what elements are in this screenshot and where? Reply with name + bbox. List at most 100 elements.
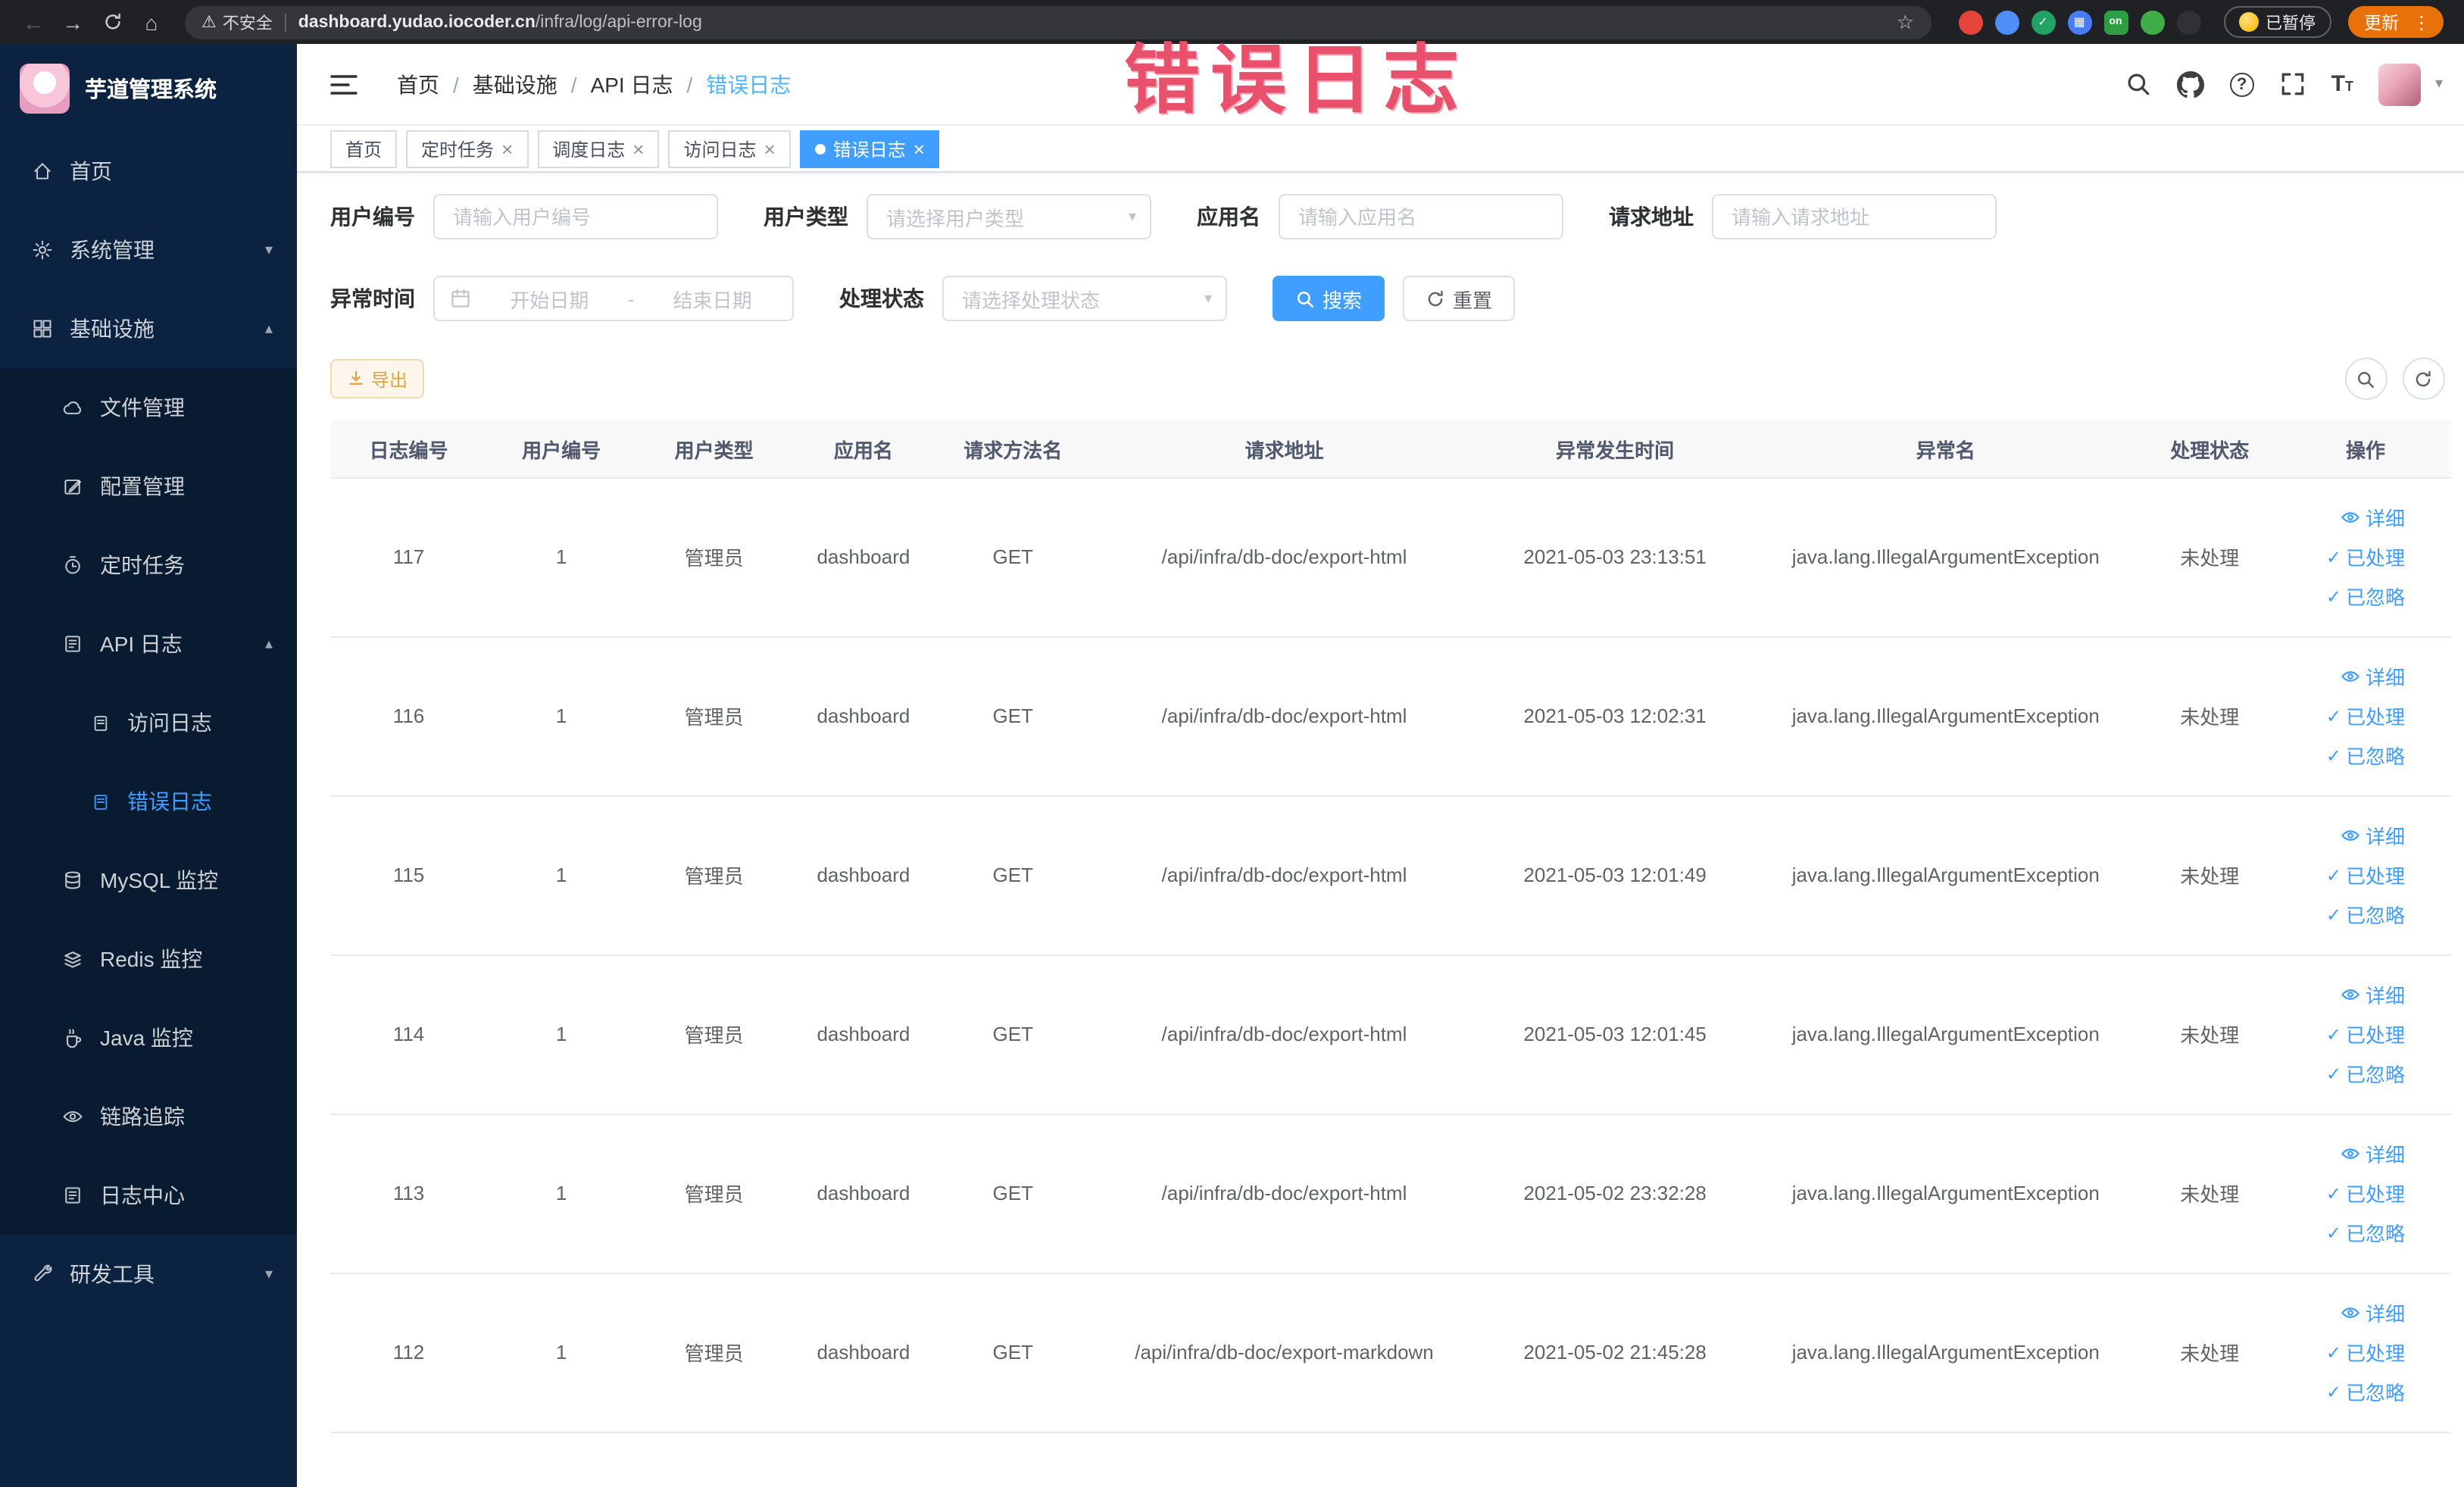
sidebar-item-label: API 日志	[100, 632, 183, 656]
user-type-select[interactable]: 请选择用户类型 ▾	[867, 194, 1151, 239]
sidebar-item-error-log[interactable]: 错误日志	[0, 762, 297, 841]
font-size-icon[interactable]: TT	[2331, 71, 2353, 97]
ignore-link[interactable]: ✓ 已忽略	[2287, 1213, 2405, 1252]
process-status-select[interactable]: 请选择处理状态 ▾	[942, 276, 1227, 321]
extension-on-badge-icon[interactable]: on	[2103, 10, 2128, 34]
tab-home[interactable]: 首页	[330, 130, 398, 167]
close-icon[interactable]: ×	[632, 139, 644, 158]
cell-user-id: 1	[487, 795, 636, 955]
security-warning[interactable]: ⚠ 不安全	[201, 10, 273, 34]
github-icon[interactable]	[2176, 70, 2204, 98]
detail-link[interactable]: 详细	[2287, 975, 2405, 1014]
detail-link[interactable]: 详细	[2287, 1293, 2405, 1332]
tab-cron-log[interactable]: 调度日志 ×	[537, 130, 660, 167]
detail-link[interactable]: 详细	[2287, 657, 2405, 696]
toggle-search-button[interactable]	[2344, 358, 2387, 400]
reset-button[interactable]: 重置	[1403, 276, 1516, 321]
exception-time-range-picker[interactable]: 开始日期 - 结束日期	[433, 276, 794, 321]
tab-access-log[interactable]: 访问日志 ×	[668, 130, 791, 167]
refresh-button[interactable]	[2402, 358, 2444, 400]
sidebar-item-config-mgmt[interactable]: 配置管理	[0, 447, 297, 526]
processed-link[interactable]: ✓ 已处理	[2287, 537, 2405, 576]
reload-icon[interactable]	[94, 5, 130, 39]
tab-label: 首页	[345, 139, 383, 160]
processed-link[interactable]: ✓ 已处理	[2287, 1173, 2405, 1213]
extension-blue-grid-icon[interactable]: ▦	[2067, 10, 2091, 34]
cell-user-type: 管理员	[636, 795, 793, 955]
column-header: 应用名	[792, 421, 935, 478]
sidebar-item-java-monitor[interactable]: Java 监控	[0, 998, 297, 1077]
fullscreen-icon[interactable]	[2280, 71, 2306, 97]
extension-green-check-icon[interactable]: ✓	[2031, 10, 2055, 34]
forward-icon[interactable]: →	[55, 5, 91, 39]
action-label: 已忽略	[2345, 586, 2405, 609]
sidebar-item-log-center[interactable]: 日志中心	[0, 1156, 297, 1235]
search-button[interactable]: 搜索	[1273, 276, 1385, 321]
sidebar-item-label: Redis 监控	[100, 947, 203, 971]
column-header: 用户类型	[636, 421, 793, 478]
processed-link[interactable]: ✓ 已处理	[2287, 1332, 2405, 1372]
cell-method: GET	[934, 477, 1091, 637]
export-button[interactable]: 导出	[330, 359, 425, 398]
processed-link[interactable]: ✓ 已处理	[2287, 696, 2405, 736]
detail-link[interactable]: 详细	[2287, 498, 2405, 537]
extension-paw-icon[interactable]	[2176, 10, 2200, 34]
paused-extension-badge[interactable]: 已暂停	[2223, 6, 2331, 38]
processed-link[interactable]: ✓ 已处理	[2287, 1014, 2405, 1054]
extension-red-circle-icon[interactable]	[1958, 10, 1982, 34]
sidebar-item-infra[interactable]: 基础设施 ▴	[0, 289, 297, 368]
back-icon[interactable]: ←	[15, 5, 52, 39]
search-icon[interactable]	[2125, 71, 2151, 97]
user-avatar[interactable]	[2378, 63, 2422, 105]
detail-link[interactable]: 详细	[2287, 816, 2405, 855]
browser-update-button[interactable]: 更新 ⋮	[2347, 6, 2443, 38]
ignore-link[interactable]: ✓ 已忽略	[2287, 895, 2405, 934]
security-label: 不安全	[222, 14, 273, 33]
breadcrumb-item[interactable]: API 日志	[591, 69, 707, 99]
tab-error-log[interactable]: 错误日志 ×	[799, 130, 940, 167]
cell-actions: 详细 ✓ 已处理 ✓ 已忽略	[2281, 1273, 2450, 1432]
processed-link[interactable]: ✓ 已处理	[2287, 855, 2405, 895]
sidebar-item-home[interactable]: 首页	[0, 132, 297, 211]
ignore-link[interactable]: ✓ 已忽略	[2287, 1054, 2405, 1093]
menu-kebab-icon[interactable]: ⋮	[2406, 11, 2437, 33]
close-icon[interactable]: ×	[501, 139, 513, 158]
home-icon[interactable]: ⌂	[133, 5, 170, 39]
ignore-link[interactable]: ✓ 已忽略	[2287, 1372, 2405, 1411]
cell-status: 未处理	[2138, 1114, 2281, 1273]
user-id-input[interactable]	[433, 194, 718, 239]
close-icon[interactable]: ×	[764, 139, 776, 158]
cell-app-name: dashboard	[792, 1114, 935, 1273]
bookmark-star-icon[interactable]: ☆	[1897, 10, 1914, 34]
sidebar-item-file-mgmt[interactable]: 文件管理	[0, 368, 297, 447]
extension-green-leaf-icon[interactable]	[2140, 10, 2164, 34]
detail-link[interactable]: 详细	[2287, 1134, 2405, 1173]
extension-blue-drop-icon[interactable]	[1994, 10, 2019, 34]
app-logo[interactable]: 芋道管理系统	[0, 44, 297, 132]
address-bar[interactable]: ⚠ 不安全 dashboard.yudao.iocoder.cn/infra/l…	[185, 5, 1931, 39]
sidebar-item-tracing[interactable]: 链路追踪	[0, 1077, 297, 1156]
sidebar-item-redis-monitor[interactable]: Redis 监控	[0, 920, 297, 998]
check-icon: ✓	[2325, 1381, 2341, 1402]
help-icon[interactable]: ?	[2229, 72, 2254, 96]
cell-status: 未处理	[2138, 636, 2281, 796]
cell-status: 未处理	[2138, 795, 2281, 955]
ignore-link[interactable]: ✓ 已忽略	[2287, 736, 2405, 775]
app-name-input[interactable]	[1279, 194, 1563, 239]
ignore-link[interactable]: ✓ 已忽略	[2287, 576, 2405, 616]
hamburger-icon[interactable]	[330, 73, 358, 95]
sidebar-item-dev-tools[interactable]: 研发工具 ▾	[0, 1235, 297, 1314]
breadcrumb-item[interactable]: 基础设施	[473, 69, 591, 99]
sidebar-item-access-log[interactable]: 访问日志	[0, 683, 297, 762]
browser-toolbar: ← → ⌂ ⚠ 不安全 dashboard.yudao.iocoder.cn/i…	[0, 0, 2464, 44]
breadcrumb-item[interactable]: 首页	[397, 69, 473, 99]
sidebar-item-api-log[interactable]: API 日志 ▴	[0, 604, 297, 683]
sidebar-item-cron-task[interactable]: 定时任务	[0, 526, 297, 604]
column-header: 请求方法名	[934, 421, 1091, 478]
request-url-input[interactable]	[1712, 194, 1997, 239]
chevron-down-icon[interactable]: ▾	[2435, 76, 2443, 92]
sidebar-item-system-mgmt[interactable]: 系统管理 ▾	[0, 211, 297, 289]
tab-cron-task[interactable]: 定时任务 ×	[406, 130, 529, 167]
sidebar-item-mysql-monitor[interactable]: MySQL 监控	[0, 841, 297, 920]
close-icon[interactable]: ×	[913, 139, 925, 158]
